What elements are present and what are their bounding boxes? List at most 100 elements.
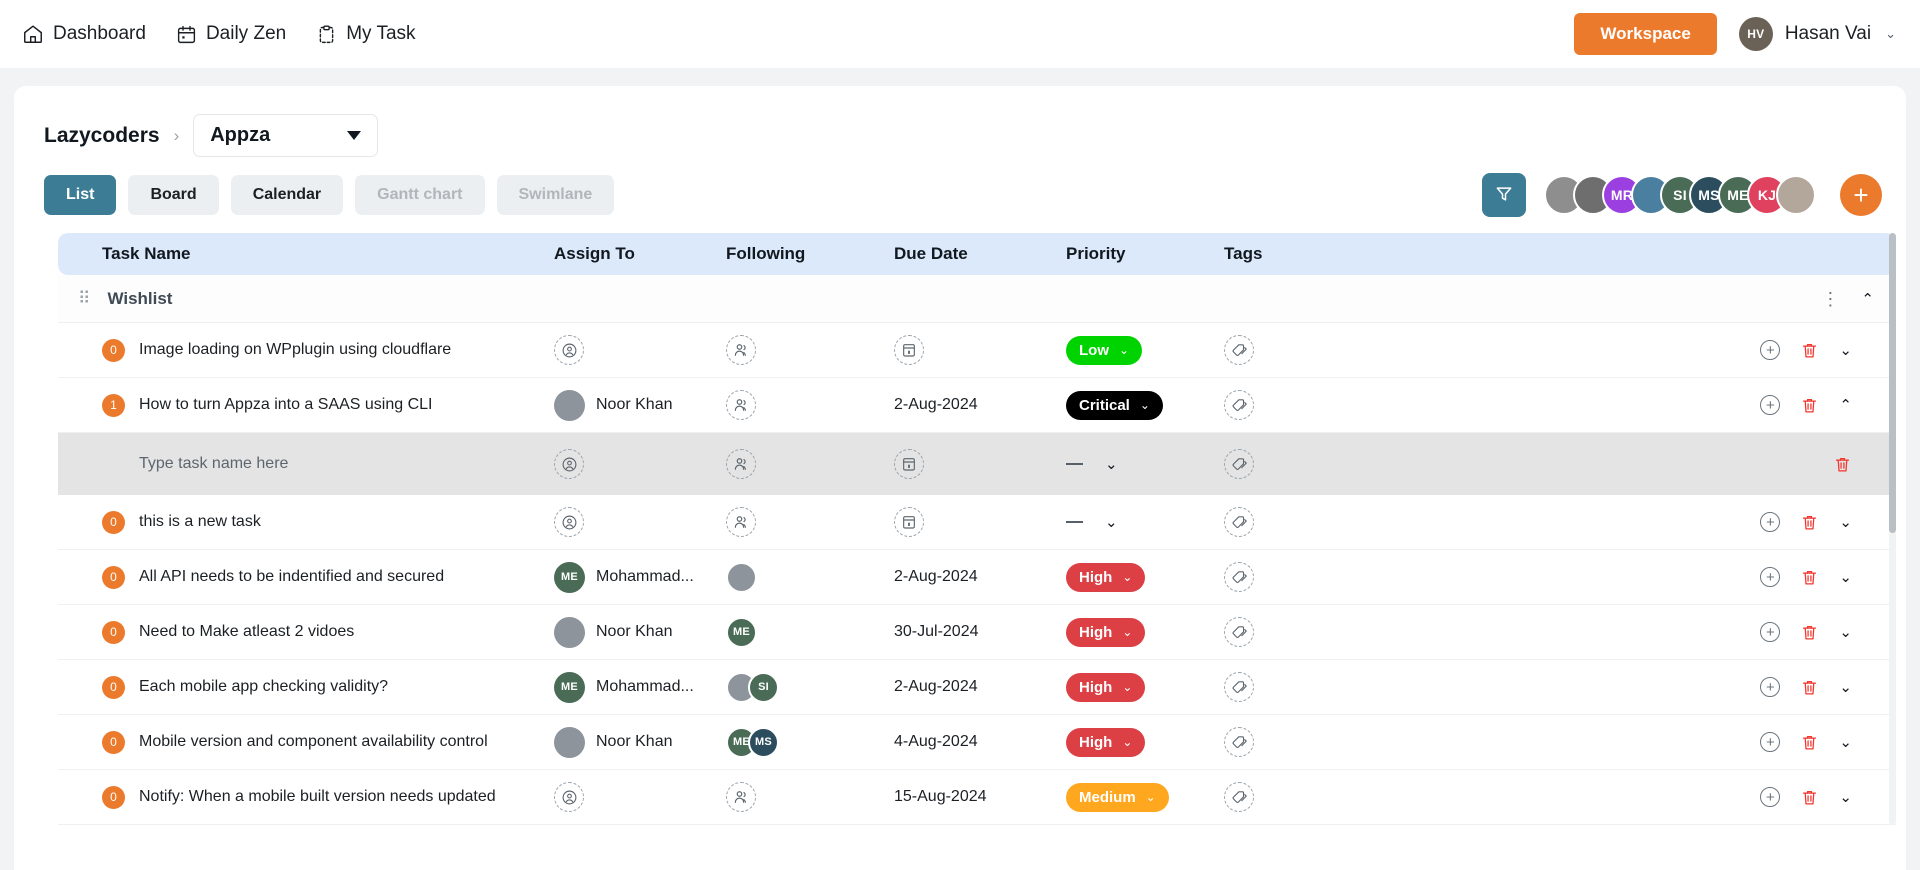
following-cell[interactable] xyxy=(726,323,894,377)
tab-board[interactable]: Board xyxy=(128,175,219,215)
workspace-button[interactable]: Workspace xyxy=(1574,13,1717,55)
table-row[interactable]: 0 Notify: When a mobile built version ne… xyxy=(58,770,1896,825)
drag-handle-icon[interactable]: ⠿ xyxy=(78,290,91,307)
project-selector[interactable]: Appza xyxy=(193,114,379,157)
delete-row-button[interactable] xyxy=(1800,733,1819,752)
add-subtask-button[interactable]: + xyxy=(1760,732,1781,752)
chevron-down-icon[interactable]: ⌄ xyxy=(1839,678,1852,696)
assign-to-cell[interactable]: Noor Khan xyxy=(554,605,726,659)
assign-to-cell[interactable]: ME Mohammad... xyxy=(554,660,726,714)
nav-item-my-task[interactable]: My Task xyxy=(314,19,417,49)
assignee[interactable]: ME Mohammad... xyxy=(554,561,694,593)
avatar[interactable] xyxy=(554,616,585,648)
following-cell[interactable]: SI xyxy=(726,660,894,714)
add-subtask-button[interactable]: + xyxy=(1760,622,1781,642)
chevron-down-icon[interactable]: ⌄ xyxy=(1839,623,1852,641)
new-task-assign-cell[interactable] xyxy=(554,433,726,495)
assign-to-cell[interactable]: Noor Khan xyxy=(554,715,726,769)
tag-icon[interactable] xyxy=(1224,507,1254,537)
assign-to-cell[interactable]: Noor Khan xyxy=(554,378,726,432)
new-task-priority-cell[interactable]: ⌄ xyxy=(1066,433,1224,495)
priority-cell[interactable]: High ⌄ xyxy=(1066,550,1224,604)
following-cell[interactable] xyxy=(726,378,894,432)
new-task-tags-cell[interactable] xyxy=(1224,433,1404,495)
priority-badge[interactable]: High ⌄ xyxy=(1066,617,1146,647)
chevron-down-icon[interactable]: ⌄ xyxy=(1105,455,1118,473)
priority-cell[interactable]: ⌄ xyxy=(1066,495,1224,549)
delete-row-button[interactable] xyxy=(1800,623,1819,642)
tag-icon[interactable] xyxy=(1224,617,1254,647)
chevron-down-icon[interactable]: ⌄ xyxy=(1839,733,1852,751)
chevron-up-icon[interactable]: ⌃ xyxy=(1839,396,1852,414)
following-cell[interactable]: ME xyxy=(726,605,894,659)
user-menu[interactable]: HV Hasan Vai ⌄ xyxy=(1738,17,1896,51)
chevron-down-icon[interactable]: ⌄ xyxy=(1839,513,1852,531)
avatar[interactable] xyxy=(1776,175,1816,215)
task-name-cell[interactable]: 0 Need to Make atleast 2 vidoes xyxy=(102,605,554,659)
priority-badge[interactable]: High ⌄ xyxy=(1066,672,1146,702)
chevron-down-icon[interactable]: ⌄ xyxy=(1105,513,1118,531)
tags-cell[interactable] xyxy=(1224,660,1404,714)
add-follower-icon[interactable] xyxy=(726,449,756,479)
priority-cell[interactable]: Low ⌄ xyxy=(1066,323,1224,377)
table-row[interactable]: 0 Mobile version and component availabil… xyxy=(58,715,1896,770)
follower-avatars[interactable]: SI xyxy=(726,671,779,703)
task-name-cell[interactable]: 0 Image loading on WPplugin using cloudf… xyxy=(102,323,554,377)
calendar-icon[interactable] xyxy=(894,449,924,479)
tags-cell[interactable] xyxy=(1224,378,1404,432)
avatar[interactable]: ME xyxy=(554,671,585,703)
due-date-cell[interactable]: 2-Aug-2024 xyxy=(894,550,1066,604)
breadcrumb-root[interactable]: Lazycoders xyxy=(44,124,160,148)
chevron-down-icon[interactable]: ⌄ xyxy=(1839,341,1852,359)
due-date-cell[interactable] xyxy=(894,323,1066,377)
following-cell[interactable] xyxy=(726,550,894,604)
priority-cell[interactable]: Critical ⌄ xyxy=(1066,378,1224,432)
scrollbar-thumb[interactable] xyxy=(1889,233,1896,533)
priority-cell[interactable]: High ⌄ xyxy=(1066,605,1224,659)
avatar[interactable]: SI xyxy=(748,671,779,703)
add-subtask-button[interactable]: + xyxy=(1760,395,1781,415)
delete-row-button[interactable] xyxy=(1800,788,1819,807)
assign-to-cell[interactable] xyxy=(554,323,726,377)
following-cell[interactable] xyxy=(726,770,894,824)
tags-cell[interactable] xyxy=(1224,715,1404,769)
tab-calendar[interactable]: Calendar xyxy=(230,175,344,215)
nav-item-dashboard[interactable]: Dashboard xyxy=(20,19,148,49)
assign-user-icon[interactable] xyxy=(554,782,584,812)
new-task-following-cell[interactable] xyxy=(726,433,894,495)
add-subtask-button[interactable]: + xyxy=(1760,787,1781,807)
add-subtask-button[interactable]: + xyxy=(1760,567,1781,587)
add-follower-icon[interactable] xyxy=(726,782,756,812)
table-row[interactable]: 0 this is a new task ⌄ + ⌄ xyxy=(58,495,1896,550)
tag-icon[interactable] xyxy=(1224,562,1254,592)
chevron-down-icon[interactable]: ⌄ xyxy=(1839,788,1852,806)
task-name-cell[interactable]: 1 How to turn Appza into a SAAS using CL… xyxy=(102,378,554,432)
due-date-cell[interactable]: 4-Aug-2024 xyxy=(894,715,1066,769)
tags-cell[interactable] xyxy=(1224,323,1404,377)
new-task-due-cell[interactable] xyxy=(894,433,1066,495)
assign-user-icon[interactable] xyxy=(554,335,584,365)
avatar[interactable] xyxy=(726,561,757,593)
table-row[interactable]: 0 Each mobile app checking validity? ME M… xyxy=(58,660,1896,715)
new-task-row[interactable]: Type task name here ⌄ xyxy=(58,433,1896,495)
due-date-cell[interactable]: 15-Aug-2024 xyxy=(894,770,1066,824)
member-avatar-stack[interactable]: MR SI MS ME KJ xyxy=(1544,175,1816,215)
table-row[interactable]: 0 Image loading on WPplugin using cloudf… xyxy=(58,323,1896,378)
new-task-name-input[interactable]: Type task name here xyxy=(102,433,554,495)
following-cell[interactable]: ME MS xyxy=(726,715,894,769)
due-date-cell[interactable]: 2-Aug-2024 xyxy=(894,660,1066,714)
assignee[interactable]: Noor Khan xyxy=(554,726,673,758)
nav-item-daily-zen[interactable]: Daily Zen xyxy=(174,19,288,49)
tag-icon[interactable] xyxy=(1224,672,1254,702)
add-subtask-button[interactable]: + xyxy=(1760,512,1781,532)
priority-badge[interactable]: High ⌄ xyxy=(1066,727,1146,757)
priority-badge[interactable]: Low ⌄ xyxy=(1066,335,1143,365)
priority-cell[interactable]: Medium ⌄ xyxy=(1066,770,1224,824)
follower-avatars[interactable]: ME xyxy=(726,616,757,648)
more-vertical-icon[interactable]: ⋮ xyxy=(1821,290,1839,308)
chevron-up-icon[interactable]: ⌃ xyxy=(1861,290,1874,308)
add-subtask-button[interactable]: + xyxy=(1760,340,1781,360)
follower-avatars[interactable] xyxy=(726,561,757,593)
delete-row-button[interactable] xyxy=(1800,396,1819,415)
add-follower-icon[interactable] xyxy=(726,507,756,537)
